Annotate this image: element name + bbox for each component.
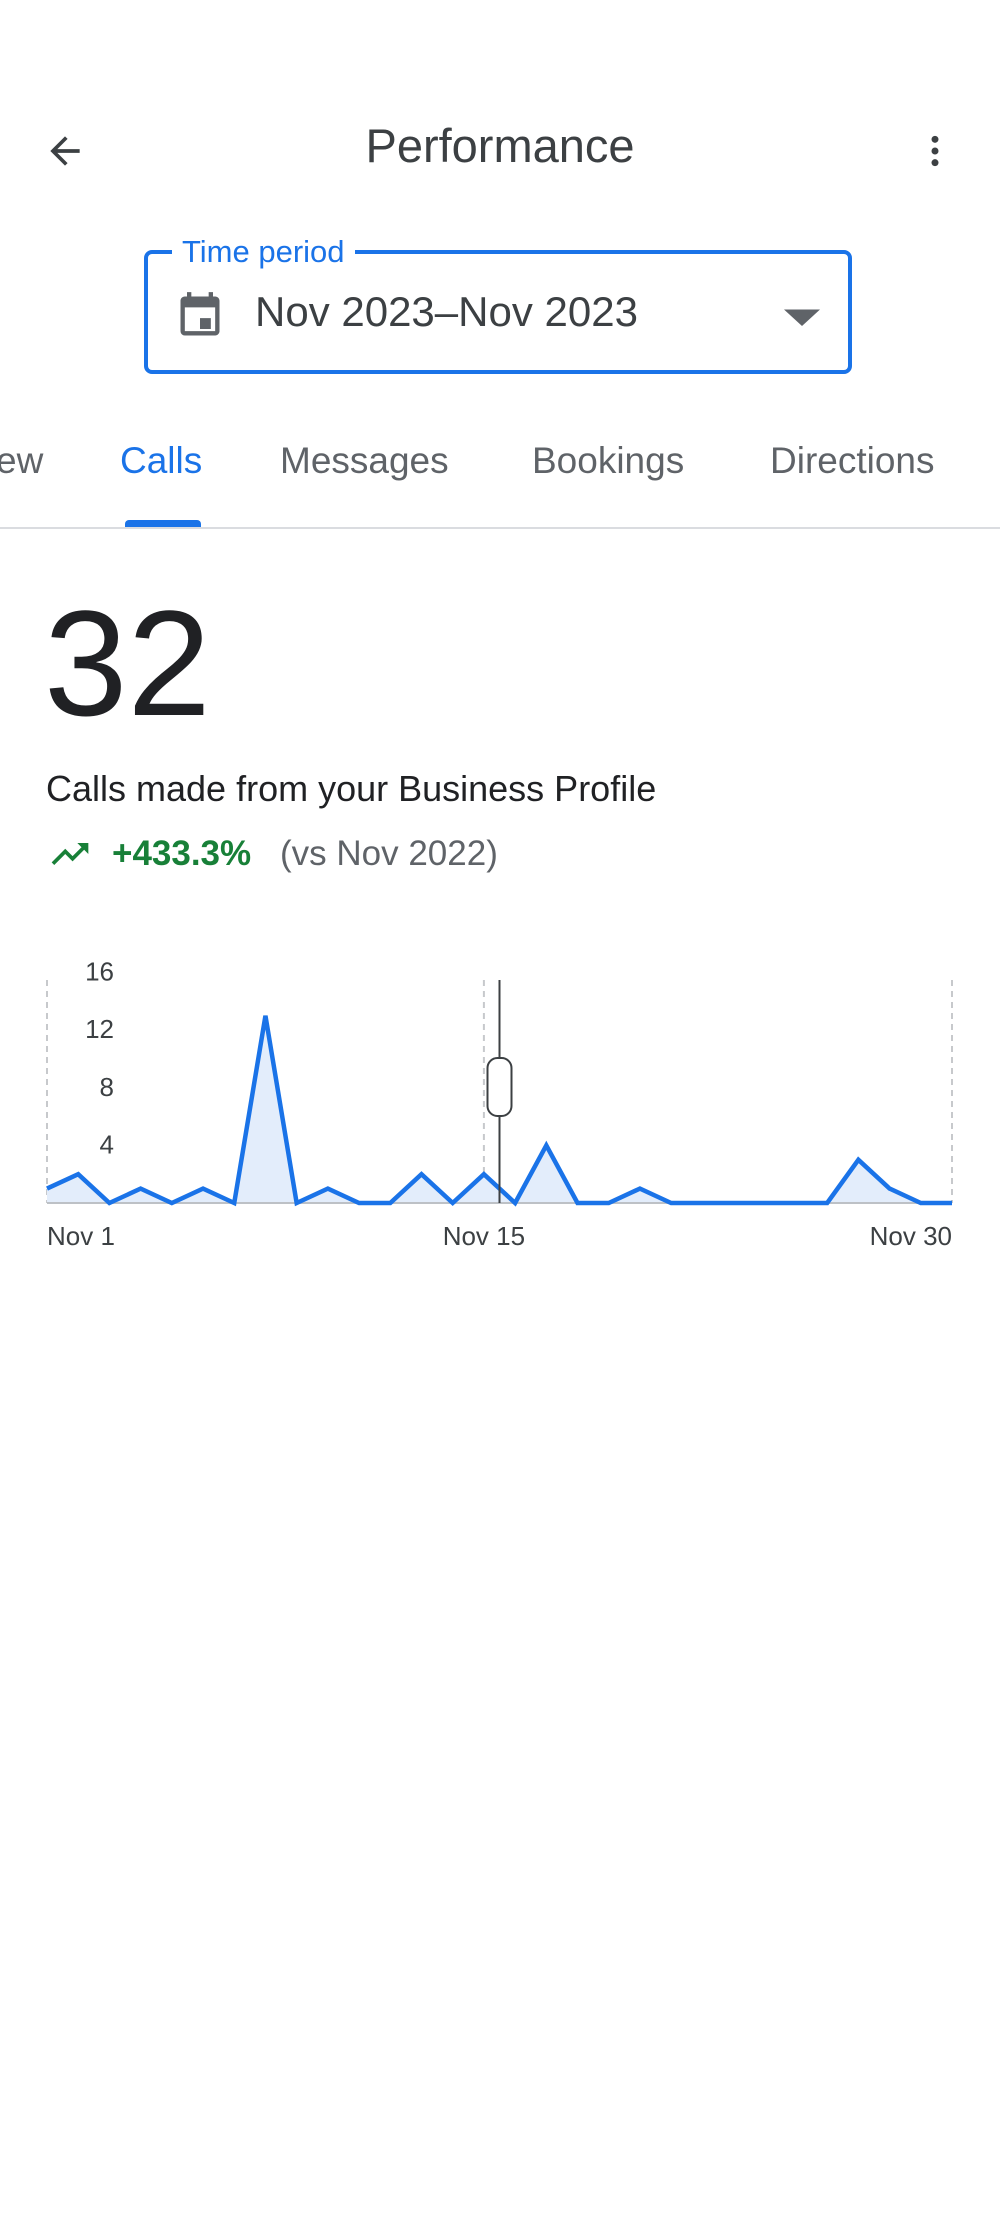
trend-percent: +433.3% xyxy=(112,834,252,873)
tab-overview[interactable]: ew xyxy=(0,440,43,482)
tab-bar: ew Calls Messages Bookings Directions xyxy=(0,440,1000,530)
dropdown-arrow-icon xyxy=(784,309,820,326)
tab-bookings[interactable]: Bookings xyxy=(532,440,684,482)
calendar-icon xyxy=(180,292,220,336)
x-tick-label: Nov 1 xyxy=(47,1221,115,1251)
time-period-value: Nov 2023–Nov 2023 xyxy=(255,288,638,335)
tabs-divider xyxy=(0,527,1000,529)
x-tick-label: Nov 15 xyxy=(443,1221,525,1251)
y-tick-label: 8 xyxy=(100,1072,114,1102)
tab-directions[interactable]: Directions xyxy=(770,440,935,482)
more-vert-icon xyxy=(931,135,939,167)
metric-caption: Calls made from your Business Profile xyxy=(46,768,657,809)
tab-messages[interactable]: Messages xyxy=(280,440,449,482)
page-title: Performance xyxy=(365,119,635,172)
y-tick-label: 12 xyxy=(85,1014,114,1044)
calls-chart[interactable]: 16 12 8 4 Nov 1 Nov 15 Nov 30 xyxy=(0,940,1000,1270)
trend-comparison: (vs Nov 2022) xyxy=(280,834,498,873)
trending-up-icon xyxy=(51,843,89,865)
y-tick-label: 16 xyxy=(85,957,114,987)
x-tick-label: Nov 30 xyxy=(870,1221,952,1251)
chart-scrubber-handle[interactable] xyxy=(486,1057,513,1117)
tab-calls[interactable]: Calls xyxy=(120,440,202,482)
y-tick-label: 4 xyxy=(100,1129,114,1159)
more-options-button[interactable] xyxy=(900,108,970,194)
time-period-label: Time period xyxy=(172,233,355,271)
metric-value: 32 xyxy=(44,579,211,747)
